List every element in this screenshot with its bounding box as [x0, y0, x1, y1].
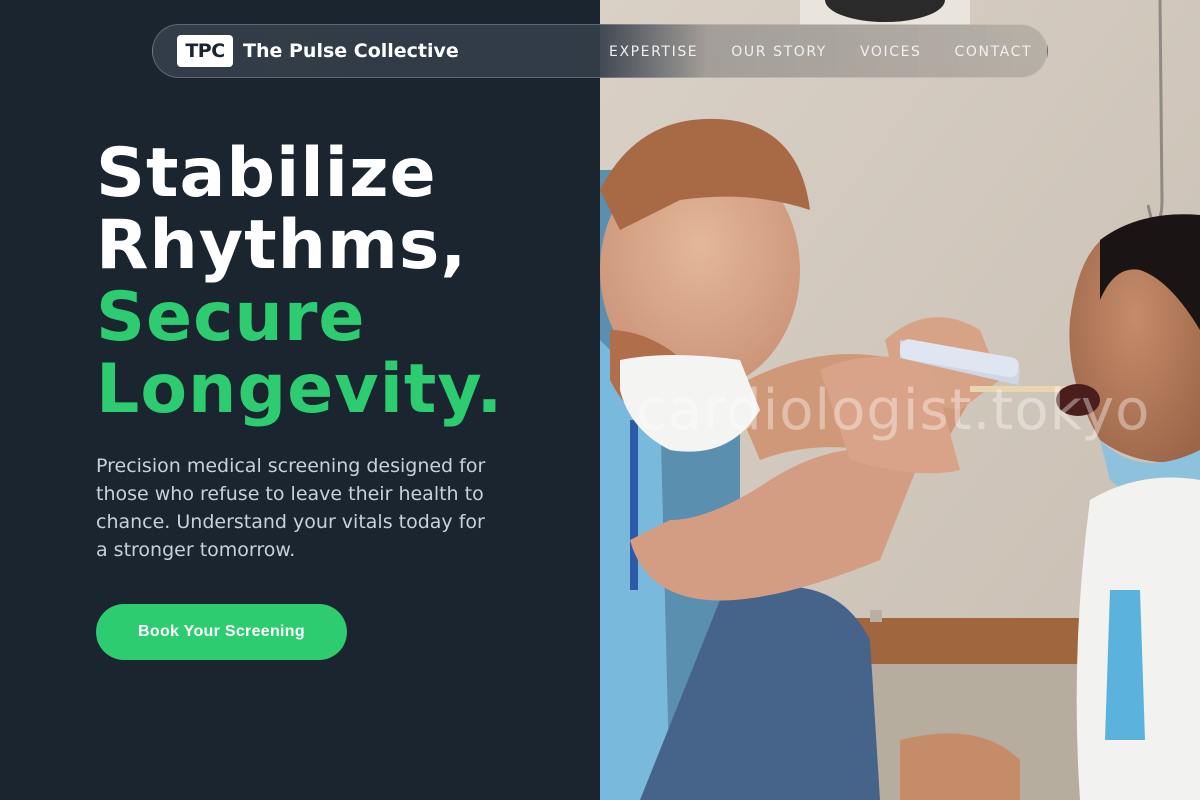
- hero-title-accent-line: Secure: [96, 278, 366, 357]
- hero-title-line: Stabilize: [96, 134, 437, 213]
- nav-link-our-story[interactable]: OUR STORY: [731, 44, 827, 60]
- logo-badge: TPC: [177, 35, 233, 67]
- nav-link-expertise[interactable]: EXPERTISE: [609, 44, 698, 60]
- photo-watermark: cardiologist.tokyo: [636, 378, 1151, 443]
- nav-links: EXPERTISE OUR STORY VOICES CONTACT: [609, 25, 1032, 79]
- brand-name: The Pulse Collective: [243, 40, 459, 62]
- hero-title-line: Rhythms,: [96, 206, 468, 285]
- hero-title: Stabilize Rhythms, Secure Longevity.: [96, 138, 503, 426]
- nav-link-contact[interactable]: CONTACT: [955, 44, 1033, 60]
- top-navigation: TPC The Pulse Collective EXPERTISE OUR S…: [152, 24, 1048, 78]
- nav-link-voices[interactable]: VOICES: [860, 44, 922, 60]
- hero-title-accent-line: Longevity.: [96, 350, 504, 429]
- brand-logo[interactable]: TPC The Pulse Collective: [177, 35, 459, 67]
- book-screening-button[interactable]: Book Your Screening: [96, 604, 347, 660]
- hero-description: Precision medical screening designed for…: [96, 455, 486, 561]
